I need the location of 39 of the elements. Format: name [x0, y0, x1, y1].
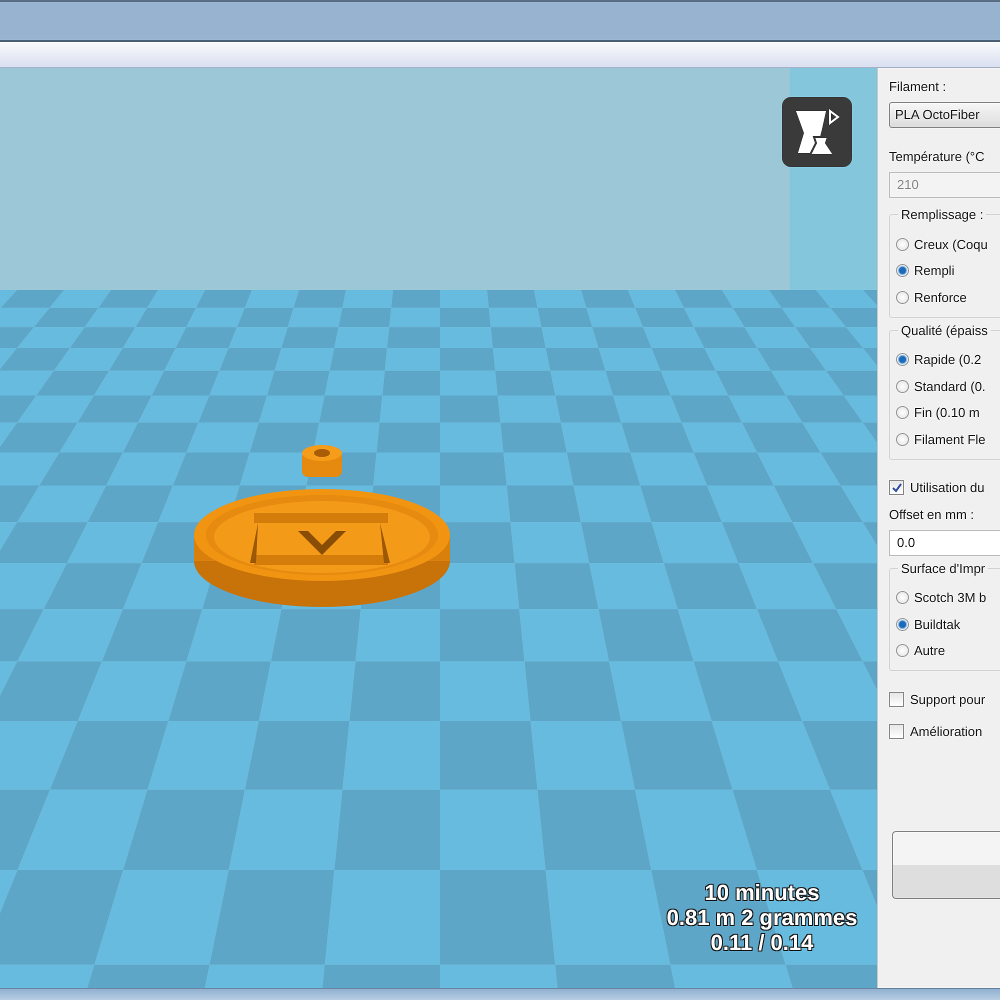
print-stat-text: 10 minutes	[704, 880, 820, 905]
radio-button[interactable]	[896, 264, 909, 278]
filament-dropdown[interactable]: PLA OctoFiber	[889, 102, 1000, 128]
checkbox-label[interactable]: Amélioration	[910, 724, 982, 738]
print-stat-text: 0.81 m 2 grammes	[666, 905, 858, 930]
option-label[interactable]: Fin (0.10 m	[914, 405, 980, 420]
option-label[interactable]: Autre	[914, 643, 946, 658]
option-label[interactable]: Filament Fle	[914, 432, 986, 447]
option-label[interactable]: Buildtak	[914, 616, 960, 632]
radio-button[interactable]	[896, 238, 909, 251]
option-label[interactable]: Rempli	[914, 263, 954, 278]
checkbox[interactable]	[889, 480, 904, 495]
radio-button[interactable]	[896, 644, 909, 658]
radio-button[interactable]	[896, 290, 909, 304]
option-label[interactable]: Creux (Coqu	[914, 236, 988, 252]
radio-button[interactable]	[896, 591, 909, 604]
option-label[interactable]: Scotch 3M b	[914, 590, 986, 606]
option-label[interactable]: Standard (0.	[914, 378, 986, 394]
group-title: Remplissage :	[898, 207, 986, 222]
action-button[interactable]	[892, 831, 1000, 899]
input-field[interactable]: 0.0	[889, 530, 1000, 556]
radio-button[interactable]	[896, 618, 909, 631]
radio-button[interactable]	[896, 380, 909, 393]
radio-button[interactable]	[896, 353, 909, 366]
field-label: Offset en mm :	[889, 506, 974, 522]
radio-button[interactable]	[896, 406, 909, 420]
option-label[interactable]: Rapide (0.2	[914, 352, 982, 368]
field-label: Température (°C	[889, 149, 985, 164]
checkbox[interactable]	[889, 692, 904, 706]
radio-button[interactable]	[896, 432, 909, 446]
printer-logo-icon[interactable]	[782, 97, 852, 167]
print-stat-text: 0.11 / 0.14	[710, 930, 814, 955]
checkbox[interactable]	[889, 724, 904, 738]
checkbox-label[interactable]: Utilisation du	[910, 480, 984, 495]
group-title: Surface d'Impr	[898, 560, 988, 576]
group-title: Qualité (épaiss	[898, 322, 991, 338]
field-label: Filament :	[889, 79, 946, 94]
option-label[interactable]: Renforce	[914, 290, 967, 305]
checkbox-label[interactable]: Support pour	[910, 692, 986, 706]
